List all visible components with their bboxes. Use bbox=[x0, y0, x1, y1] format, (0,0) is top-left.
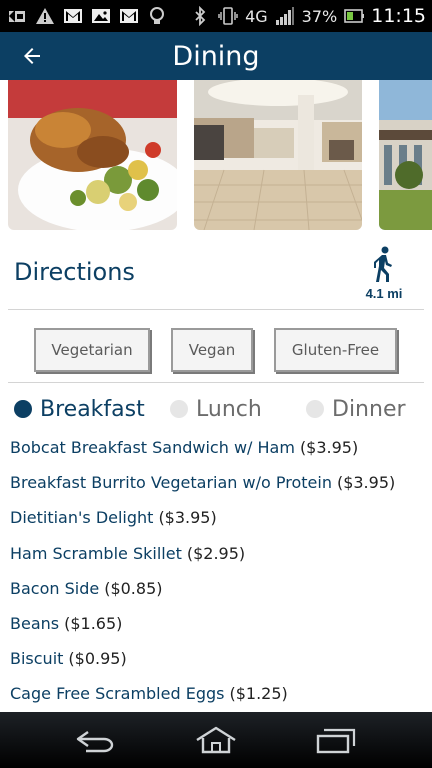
meal-tab-dinner[interactable]: Dinner bbox=[306, 394, 406, 424]
notification-icons bbox=[6, 6, 168, 26]
arrow-left-icon bbox=[24, 48, 40, 64]
directions-row[interactable]: Directions 4.1 mi bbox=[0, 238, 432, 310]
divider bbox=[8, 309, 424, 310]
divider bbox=[8, 382, 424, 383]
meal-tab-breakfast[interactable]: Breakfast bbox=[14, 394, 145, 424]
app-bar: Dining bbox=[0, 32, 432, 80]
menu-item[interactable]: Dietitian's Delight ($3.95) bbox=[10, 500, 430, 535]
clock: 11:15 bbox=[371, 5, 426, 27]
screenshot-icon bbox=[6, 6, 28, 26]
menu-item-price: ($2.95) bbox=[186, 543, 246, 563]
menu-item-name[interactable]: Breakfast Burrito Vegetarian w/o Protein bbox=[10, 473, 332, 492]
menu-item-price: ($0.95) bbox=[68, 649, 127, 669]
menu-list: Bobcat Breakfast Sandwich w/ Ham ($3.95) … bbox=[10, 430, 430, 712]
menu-item-price: ($1.65) bbox=[64, 614, 123, 634]
menu-item-name[interactable]: Cage Free Scrambled Eggs bbox=[10, 684, 224, 703]
menu-item[interactable]: Cage Free Scrambled Eggs ($1.25) bbox=[10, 676, 430, 711]
gmail-icon bbox=[118, 6, 140, 26]
menu-item[interactable]: Breakfast Burrito Vegetarian w/o Protein… bbox=[10, 465, 430, 500]
photo-carousel[interactable] bbox=[0, 80, 432, 232]
bluetooth-icon bbox=[189, 6, 211, 26]
page-title: Dining bbox=[172, 40, 260, 72]
menu-item-price: ($3.95) bbox=[336, 473, 396, 493]
gmail-icon bbox=[62, 6, 84, 26]
radio-selected-icon[interactable] bbox=[14, 400, 32, 418]
menu-item[interactable]: Ham Scramble Skillet ($2.95) bbox=[10, 536, 430, 571]
status-bar: 4G 37% 11:15 bbox=[0, 0, 432, 32]
menu-item[interactable]: Beans ($1.65) bbox=[10, 606, 430, 641]
walking-person-icon[interactable] bbox=[370, 246, 396, 284]
filter-vegetarian-button[interactable]: Vegetarian bbox=[34, 328, 150, 372]
directions-link[interactable]: Directions bbox=[14, 258, 135, 286]
back-nav-button[interactable] bbox=[72, 724, 120, 756]
menu-item-name[interactable]: Beans bbox=[10, 614, 59, 633]
battery-icon bbox=[343, 6, 365, 26]
home-nav-icon bbox=[196, 726, 236, 754]
signal-icon bbox=[274, 6, 296, 26]
cafeteria-interior-photo[interactable] bbox=[194, 80, 362, 230]
meal-label: Dinner bbox=[332, 396, 406, 422]
filter-vegan-button[interactable]: Vegan bbox=[171, 328, 253, 372]
network-type: 4G bbox=[245, 6, 268, 26]
menu-item-name[interactable]: Biscuit bbox=[10, 649, 63, 668]
building-exterior-photo[interactable] bbox=[379, 80, 432, 230]
menu-item-price: ($1.25) bbox=[229, 684, 288, 704]
back-button[interactable] bbox=[0, 32, 64, 80]
system-icons: 4G 37% 11:15 bbox=[189, 5, 426, 27]
menu-item[interactable]: Bobcat Breakfast Sandwich w/ Ham ($3.95) bbox=[10, 430, 430, 465]
meal-label: Breakfast bbox=[40, 396, 145, 422]
meal-label: Lunch bbox=[196, 396, 262, 422]
menu-item-name[interactable]: Dietitian's Delight bbox=[10, 508, 153, 527]
warning-icon bbox=[34, 6, 56, 26]
distance-label: 4.1 mi bbox=[365, 286, 403, 301]
menu-item[interactable]: Bacon Side ($0.85) bbox=[10, 571, 430, 606]
roast-chicken-plate-photo[interactable] bbox=[8, 80, 177, 230]
recent-apps-nav-button[interactable] bbox=[312, 724, 360, 756]
menu-item-name[interactable]: Bacon Side bbox=[10, 579, 99, 598]
lightbulb-icon bbox=[146, 6, 168, 26]
menu-item-price: ($0.85) bbox=[104, 578, 163, 598]
back-nav-icon bbox=[76, 731, 114, 753]
menu-item[interactable]: Biscuit ($0.95) bbox=[10, 641, 430, 676]
vibrate-icon bbox=[217, 6, 239, 26]
battery-percent: 37% bbox=[301, 6, 338, 26]
radio-unselected-icon[interactable] bbox=[306, 400, 324, 418]
menu-item-price: ($3.95) bbox=[299, 438, 359, 458]
menu-item-name[interactable]: Bobcat Breakfast Sandwich w/ Ham bbox=[10, 438, 295, 457]
menu-item-name[interactable]: Ham Scramble Skillet bbox=[10, 544, 182, 563]
home-nav-button[interactable] bbox=[192, 724, 240, 756]
filter-gluten-free-button[interactable]: Gluten-Free bbox=[274, 328, 397, 372]
recent-apps-icon bbox=[316, 728, 356, 754]
menu-item-price: ($3.95) bbox=[158, 508, 217, 528]
meal-tab-lunch[interactable]: Lunch bbox=[170, 394, 262, 424]
system-nav-bar bbox=[0, 712, 432, 768]
radio-unselected-icon[interactable] bbox=[170, 400, 188, 418]
gallery-icon bbox=[90, 6, 112, 26]
